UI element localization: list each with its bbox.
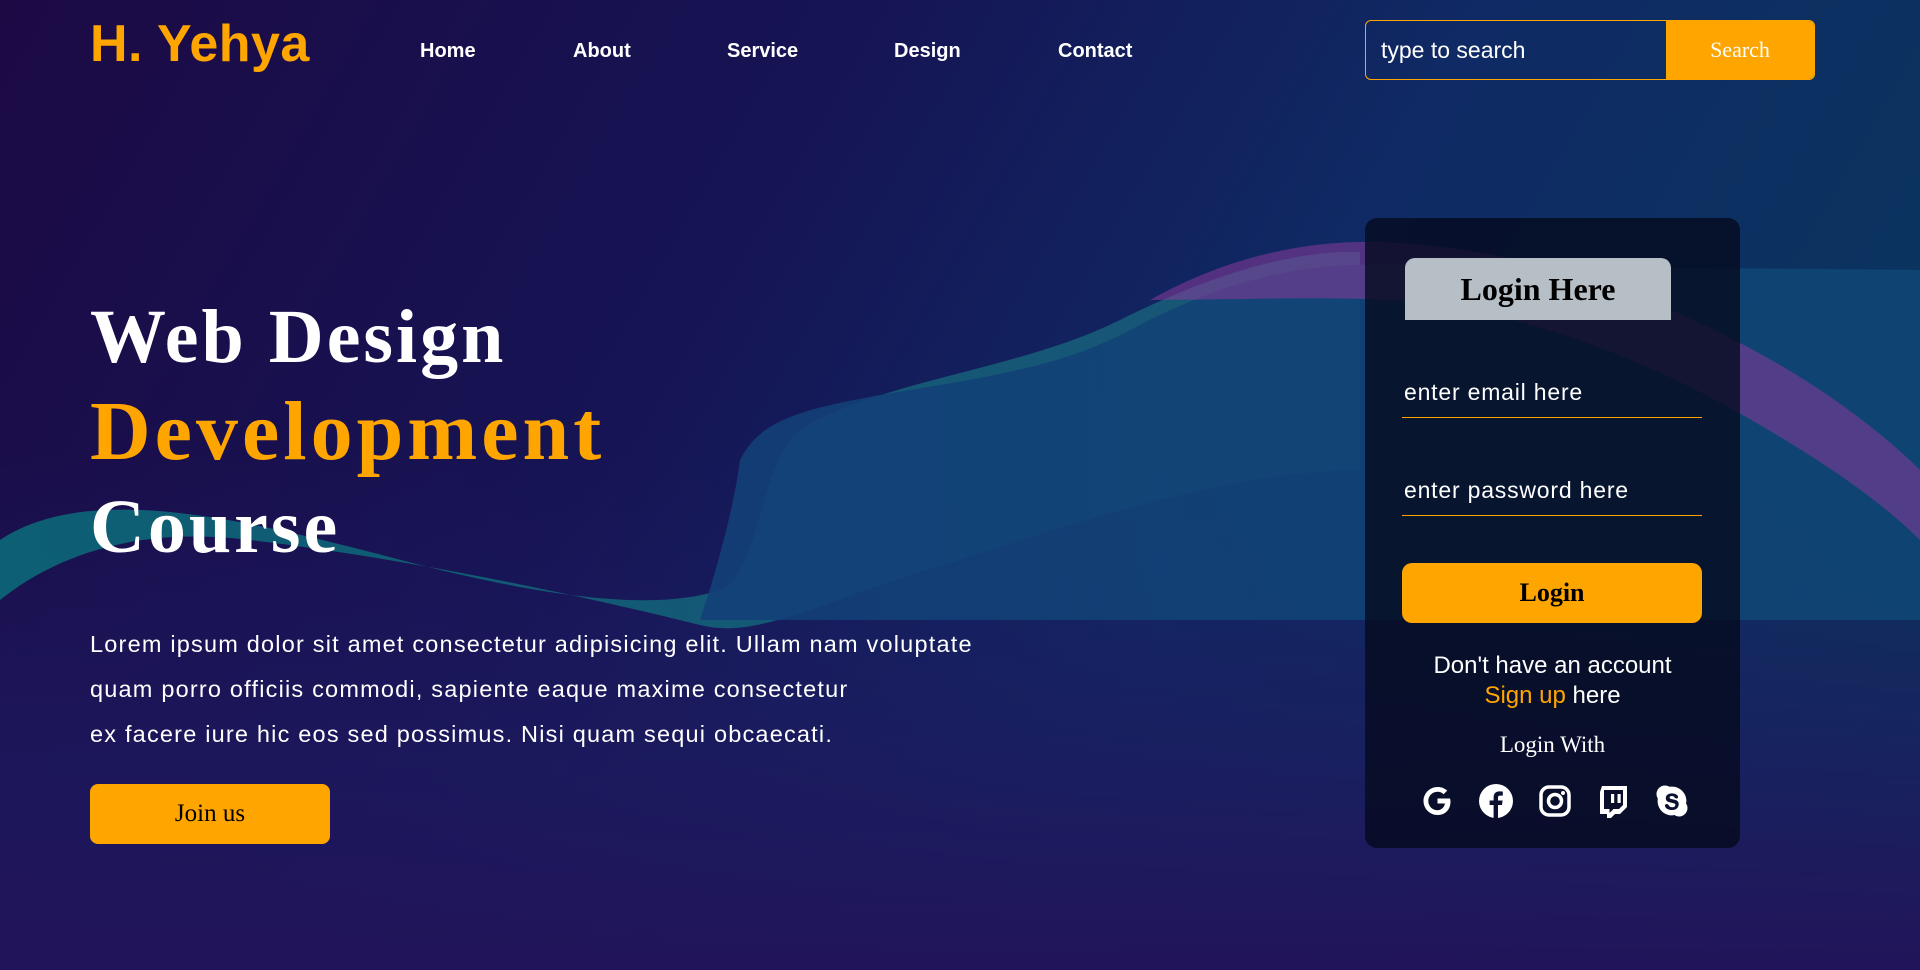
instagram-icon[interactable] — [1535, 781, 1575, 821]
hero-title-line-2: Development — [90, 385, 606, 478]
search-bar: Search — [1365, 20, 1815, 80]
email-field[interactable] — [1402, 368, 1702, 418]
password-field[interactable] — [1402, 466, 1702, 516]
login-with-label: Login With — [1499, 732, 1606, 757]
twitch-icon[interactable] — [1593, 781, 1633, 821]
nav-contact[interactable]: Contact — [1058, 40, 1158, 63]
facebook-icon[interactable] — [1476, 781, 1516, 821]
nav-home[interactable]: Home — [420, 40, 573, 63]
nav-about[interactable]: About — [573, 40, 727, 63]
search-input[interactable] — [1366, 21, 1666, 79]
main-nav: Home About Service Design Contact — [420, 40, 1158, 63]
signup-line: Sign up here — [1365, 681, 1740, 711]
nav-design[interactable]: Design — [894, 40, 1058, 63]
google-icon[interactable] — [1417, 781, 1457, 821]
social-login-icons — [1417, 780, 1692, 822]
hero-description: Lorem ipsum dolor sit amet consectetur a… — [90, 622, 1080, 757]
login-title: Login Here — [1405, 258, 1671, 320]
site-logo[interactable]: H. Yehya — [90, 14, 310, 74]
signup-link[interactable]: Sign up — [1484, 682, 1565, 709]
login-button[interactable]: Login — [1402, 563, 1702, 623]
hero-description-line: quam porro officiis commodi, sapiente ea… — [90, 676, 849, 702]
signup-prefix: Don't have an account — [1433, 652, 1672, 679]
login-card: Login Here Login Don't have an account S… — [1365, 218, 1740, 848]
search-button[interactable]: Search — [1666, 21, 1814, 79]
nav-service[interactable]: Service — [727, 40, 894, 63]
hero-title-line-1: Web Design — [90, 295, 507, 379]
signup-suffix: here — [1565, 682, 1621, 709]
join-us-button[interactable]: Join us — [90, 784, 330, 844]
skype-icon[interactable] — [1652, 781, 1692, 821]
hero-title-line-3: Course — [90, 485, 341, 569]
hero-description-line: Lorem ipsum dolor sit amet consectetur a… — [90, 631, 973, 657]
hero-title: Web Design Development Course — [90, 292, 605, 572]
signup-prompt: Don't have an account Sign up here — [1365, 651, 1740, 711]
hero-description-line: ex facere iure hic eos sed possimus. Nis… — [90, 721, 834, 747]
